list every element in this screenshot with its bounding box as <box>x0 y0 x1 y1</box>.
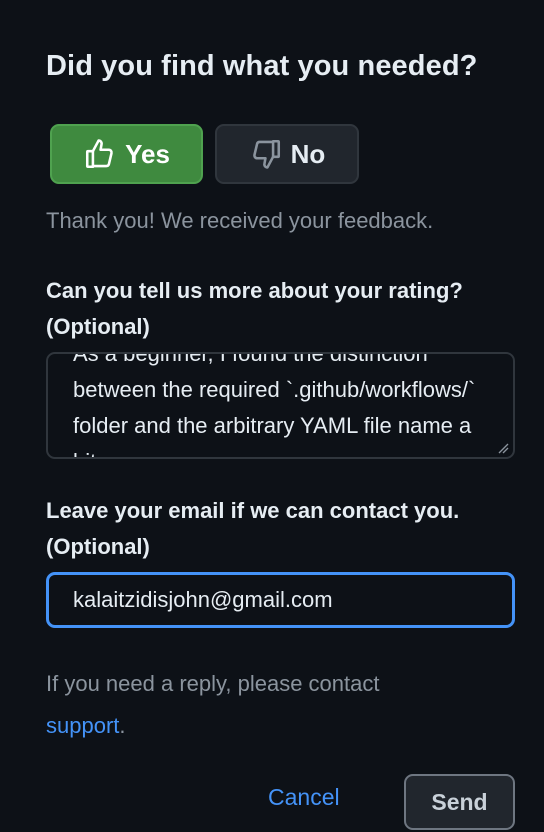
thumbs-down-icon <box>249 137 283 171</box>
email-label: Leave your email if we can contact you. … <box>46 493 459 565</box>
send-button[interactable]: Send <box>404 774 515 830</box>
rating-details-text: As a beginner, I found the distinction b… <box>73 352 476 457</box>
yes-label: Yes <box>125 138 170 169</box>
rating-label-line1: Can you tell us more about your rating? <box>46 278 463 303</box>
reply-note: If you need a reply, please contact supp… <box>46 663 486 747</box>
no-button[interactable]: No <box>215 124 359 184</box>
yes-button[interactable]: Yes <box>50 124 203 184</box>
cancel-button[interactable]: Cancel <box>268 784 340 811</box>
email-label-optional: (Optional) <box>46 534 150 559</box>
no-label: No <box>290 138 326 169</box>
vote-button-group: Yes No <box>50 124 359 184</box>
feedback-title: Did you find what you needed? <box>46 50 478 82</box>
rating-details-label: Can you tell us more about your rating? … <box>46 273 463 345</box>
thanks-message: Thank you! We received your feedback. <box>46 208 434 233</box>
thumbs-up-icon <box>83 137 117 171</box>
support-link[interactable]: support <box>46 713 119 738</box>
reply-note-suffix: . <box>119 713 126 738</box>
rating-label-optional: (Optional) <box>46 314 150 339</box>
email-input[interactable] <box>46 572 515 628</box>
email-label-line1: Leave your email if we can contact you. <box>46 498 460 523</box>
reply-note-text: If you need a reply, please contact <box>46 671 380 696</box>
resize-grip-icon[interactable] <box>497 441 509 454</box>
rating-details-textarea[interactable]: As a beginner, I found the distinction b… <box>46 352 515 459</box>
